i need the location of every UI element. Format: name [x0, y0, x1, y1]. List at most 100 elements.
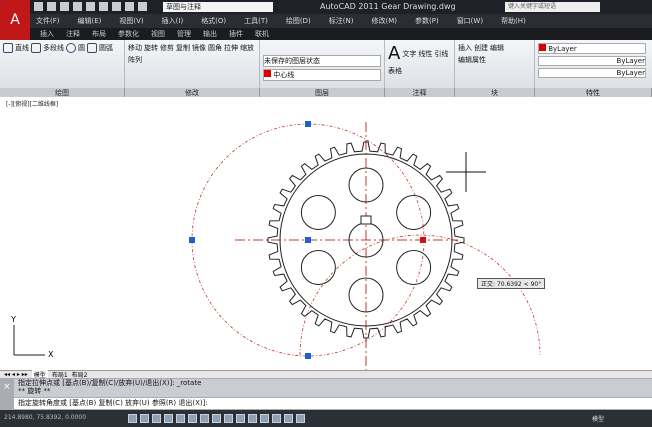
grip-top[interactable]: [305, 121, 311, 127]
status-toggle-button[interactable]: [140, 414, 149, 423]
status-toggle-button[interactable]: [260, 414, 269, 423]
color-swatch: [539, 44, 546, 51]
menu-format[interactable]: 格式(O): [201, 16, 226, 26]
status-toggle-button[interactable]: [176, 414, 185, 423]
tab-output[interactable]: 输出: [203, 29, 217, 39]
tab-nav-arrows[interactable]: ◂◂ ◂ ▸ ▸▸: [4, 371, 28, 378]
tab-plugins[interactable]: 插件: [229, 29, 243, 39]
linetype-dropdown[interactable]: ByLayer: [538, 56, 646, 66]
tab-manage[interactable]: 管理: [177, 29, 191, 39]
workspace-dropdown[interactable]: 草图与注释: [163, 2, 273, 12]
menu-parametric[interactable]: 参数(P): [415, 16, 439, 26]
block-panel: 插入 创建 编辑 编辑属性: [455, 40, 535, 88]
menu-tools[interactable]: 工具(T): [244, 16, 268, 26]
application-menu-button[interactable]: A: [0, 0, 30, 40]
status-toggle-button[interactable]: [296, 414, 305, 423]
status-toggle-button[interactable]: [236, 414, 245, 423]
drawing-canvas[interactable]: [-][俯视][二维线框] X Y 正交: 70.6392 < 90°: [0, 97, 652, 370]
tab-view[interactable]: 视图: [151, 29, 165, 39]
menu-bar: 文件(F) 编辑(E) 视图(V) 插入(I) 格式(O) 工具(T) 绘图(D) 标注(N)…: [0, 14, 652, 28]
command-input[interactable]: 指定旋转角度或 [基点(B) 复制(C) 放弃(U) 参照(R) 退出(X)]:: [14, 398, 652, 409]
mirror-button[interactable]: 镜像: [192, 43, 206, 53]
menu-draw[interactable]: 绘图(D): [286, 16, 311, 26]
scale-button[interactable]: 缩放: [240, 43, 254, 53]
tab-insert[interactable]: 插入: [40, 29, 54, 39]
table-button[interactable]: 表格: [388, 66, 402, 76]
move-button[interactable]: 移动: [128, 43, 142, 53]
label: 多段线: [43, 44, 64, 52]
status-toggle-button[interactable]: [128, 414, 137, 423]
menu-file[interactable]: 文件(F): [36, 16, 60, 26]
grip-bottom[interactable]: [305, 353, 311, 359]
rotate-button[interactable]: 旋转: [144, 43, 158, 53]
drawing: X Y: [10, 121, 541, 370]
model-space-button[interactable]: 模型: [592, 414, 604, 423]
grip-left[interactable]: [189, 237, 195, 243]
text-button[interactable]: 文字: [402, 43, 416, 64]
status-toggle-button[interactable]: [248, 414, 257, 423]
search-input[interactable]: 键入关键字或短语: [505, 2, 600, 12]
menu-dimension[interactable]: 标注(N): [329, 16, 354, 26]
edit-attributes-button[interactable]: 编辑属性: [458, 55, 486, 65]
color-dropdown[interactable]: ByLayer: [538, 43, 646, 54]
trim-button[interactable]: 修剪: [160, 43, 174, 53]
menu-modify[interactable]: 修改(M): [371, 16, 397, 26]
layers-panel-title[interactable]: 图层: [260, 88, 385, 97]
command-history: 指定拉伸点或 [基点(B)/复制(C)/放弃(U)/退出(X)]: _rotat…: [14, 379, 652, 397]
tab-online[interactable]: 联机: [255, 29, 269, 39]
menu-insert[interactable]: 插入(I): [162, 16, 184, 26]
annotation-panel-title[interactable]: 注释: [385, 88, 455, 97]
insert-block-button[interactable]: 插入: [458, 43, 472, 53]
tab-layout[interactable]: 布局: [92, 29, 106, 39]
status-toggle-button[interactable]: [164, 414, 173, 423]
grip-center[interactable]: [305, 237, 311, 243]
tab-parametric[interactable]: 参数化: [118, 29, 139, 39]
modify-panel-title[interactable]: 修改: [125, 88, 260, 97]
copy-button[interactable]: 复制: [176, 43, 190, 53]
arc-icon: [87, 43, 97, 53]
fillet-button[interactable]: 圆角: [208, 43, 222, 53]
status-toggle-button[interactable]: [272, 414, 281, 423]
menu-help[interactable]: 帮助(H): [501, 16, 526, 26]
layer-dropdown[interactable]: 中心线: [263, 69, 381, 81]
line-icon: [3, 43, 13, 53]
status-toggle-button[interactable]: [212, 414, 221, 423]
draw-panel-title[interactable]: 绘图: [0, 88, 125, 97]
line-button[interactable]: 直线: [3, 43, 29, 53]
title-bar: 草图与注释 AutoCAD 2011 Gear Drawing.dwg 键入关键…: [0, 0, 652, 14]
color-value: ByLayer: [548, 45, 577, 53]
menu-edit[interactable]: 编辑(E): [78, 16, 102, 26]
properties-panel: ByLayer ByLayer ByLayer: [535, 40, 652, 88]
status-toggle-button[interactable]: [284, 414, 293, 423]
ribbon-tabs: 常用插入注释布局参数化视图管理输出插件联机: [0, 28, 652, 40]
create-block-button[interactable]: 创建: [474, 43, 488, 53]
keyway: [360, 215, 372, 225]
array-button[interactable]: 阵列: [128, 55, 142, 65]
linear-button[interactable]: 线性: [418, 43, 432, 64]
status-toggle-button[interactable]: [200, 414, 209, 423]
circle-button[interactable]: 圆: [66, 43, 85, 53]
lightening-hole: [300, 250, 336, 285]
arc-button[interactable]: 圆弧: [87, 43, 113, 53]
block-panel-title[interactable]: 块: [455, 88, 535, 97]
quick-access-toolbar[interactable]: [34, 2, 147, 11]
ribbon: 直线 多段线 圆 圆弧 移动 旋转 修剪 复制 镜像 圆角 拉伸 缩放 阵列 未…: [0, 40, 652, 88]
menu-window[interactable]: 窗口(W): [457, 16, 483, 26]
status-toggle-button[interactable]: [188, 414, 197, 423]
stretch-button[interactable]: 拉伸: [224, 43, 238, 53]
menu-view[interactable]: 视图(V): [119, 16, 143, 26]
leader-button[interactable]: 引线: [434, 43, 448, 64]
layer-state-dropdown[interactable]: 未保存的图层状态: [263, 55, 381, 67]
grip-active[interactable]: [420, 237, 426, 243]
polyline-button[interactable]: 多段线: [31, 43, 64, 53]
status-toggle-button[interactable]: [224, 414, 233, 423]
edit-block-button[interactable]: 编辑: [490, 43, 504, 53]
status-toggle-button[interactable]: [152, 414, 161, 423]
modify-panel: 移动 旋转 修剪 复制 镜像 圆角 拉伸 缩放 阵列: [125, 40, 260, 88]
close-icon[interactable]: ×: [3, 382, 11, 392]
layer-tools[interactable]: [263, 43, 381, 53]
lineweight-dropdown[interactable]: ByLayer: [538, 68, 646, 78]
tab-annotate[interactable]: 注释: [66, 29, 80, 39]
history-line: 指定拉伸点或 [基点(B)/复制(C)/放弃(U)/退出(X)]: _rotat…: [18, 379, 202, 387]
properties-panel-title[interactable]: 特性: [535, 88, 652, 97]
